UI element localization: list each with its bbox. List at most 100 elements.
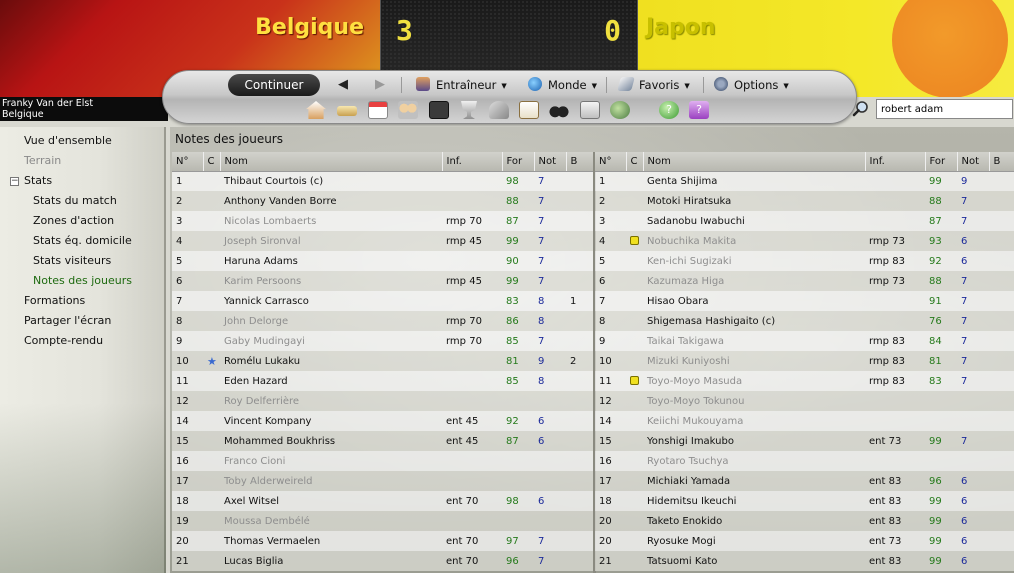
player-name[interactable]: Anthony Vanden Borre xyxy=(220,191,442,211)
player-name[interactable]: Sadanobu Iwabuchi xyxy=(643,211,865,231)
player-name[interactable]: Toyo-Moyo Masuda xyxy=(643,371,865,391)
player-name[interactable]: Toby Alderweireld xyxy=(220,471,442,491)
player-row[interactable]: 10 ★ Romélu Lukaku 81 9 2 xyxy=(172,351,595,371)
news-icon[interactable] xyxy=(580,101,600,119)
sidebar-item-match-stats[interactable]: Stats du match xyxy=(33,194,117,207)
sidebar-item-formations[interactable]: Formations xyxy=(24,294,85,307)
column-header-info[interactable]: Inf. xyxy=(442,152,503,172)
menu-coach[interactable]: Entraîneur ▼ xyxy=(416,75,507,95)
player-row[interactable]: 20 Ryosuke Mogi ent 73 99 6 xyxy=(595,531,1014,551)
manager-name[interactable]: Franky Van der Elst xyxy=(2,98,166,109)
tactics-icon[interactable] xyxy=(429,101,449,119)
player-row[interactable]: 11 Eden Hazard 85 8 xyxy=(172,371,595,391)
player-row[interactable]: 12 Toyo-Moyo Tokunou xyxy=(595,391,1014,411)
column-header-number[interactable]: N° xyxy=(172,152,204,172)
money-icon[interactable] xyxy=(337,106,357,116)
player-row[interactable]: 21 Lucas Biglia ent 70 96 7 xyxy=(172,551,595,571)
player-name[interactable]: Ryotaro Tsuchya xyxy=(643,451,865,471)
player-name[interactable]: Genta Shijima xyxy=(643,171,865,191)
continue-button[interactable]: Continuer xyxy=(228,74,320,96)
player-name[interactable]: Yonshigi Imakubo xyxy=(643,431,865,451)
menu-options[interactable]: Options ▼ xyxy=(714,75,789,95)
player-name[interactable]: Joseph Sironval xyxy=(220,231,442,251)
player-name[interactable]: Toyo-Moyo Tokunou xyxy=(643,391,865,411)
player-row[interactable]: 12 Roy Delferrière xyxy=(172,391,595,411)
player-row[interactable]: 20 Thomas Vermaelen ent 70 97 7 xyxy=(172,531,595,551)
player-row[interactable]: 15 Yonshigi Imakubo ent 73 99 7 xyxy=(595,431,1014,451)
column-header-card[interactable]: C xyxy=(626,152,644,172)
player-row[interactable]: 16 Ryotaro Tsuchya xyxy=(595,451,1014,471)
player-name[interactable]: Axel Witsel xyxy=(220,491,442,511)
player-row[interactable]: 5 Haruna Adams 90 7 xyxy=(172,251,595,271)
player-name[interactable]: Tatsuomi Kato xyxy=(643,551,865,571)
player-name[interactable]: Haruna Adams xyxy=(220,251,442,271)
menu-world[interactable]: Monde ▼ xyxy=(528,75,597,95)
squad-icon[interactable] xyxy=(398,101,418,119)
sidebar-item-away-stats[interactable]: Stats visiteurs xyxy=(33,254,111,267)
collapse-icon[interactable]: − xyxy=(10,177,19,186)
player-row[interactable]: 9 Taikai Takigawa rmp 83 84 7 xyxy=(595,331,1014,351)
world-icon[interactable] xyxy=(610,101,630,119)
player-name[interactable]: Shigemasa Hashigaito (c) xyxy=(643,311,865,331)
player-row[interactable]: 6 Karim Persoons rmp 45 99 7 xyxy=(172,271,595,291)
manager-team[interactable]: Belgique xyxy=(2,109,166,120)
column-header-fitness[interactable]: For xyxy=(502,152,535,172)
column-header-rating[interactable]: Not xyxy=(957,152,990,172)
player-name[interactable]: Roy Delferrière xyxy=(220,391,442,411)
info-icon[interactable]: ? xyxy=(689,101,709,119)
player-name[interactable]: Romélu Lukaku xyxy=(220,351,442,371)
calendar-icon[interactable] xyxy=(368,101,388,119)
column-header-card[interactable]: C xyxy=(203,152,221,172)
column-header-info[interactable]: Inf. xyxy=(865,152,926,172)
player-name[interactable]: Karim Persoons xyxy=(220,271,442,291)
player-name[interactable]: Franco Cioni xyxy=(220,451,442,471)
player-row[interactable]: 18 Hidemitsu Ikeuchi ent 83 99 6 xyxy=(595,491,1014,511)
away-team-name[interactable]: Japon xyxy=(646,15,716,40)
player-row[interactable]: 3 Nicolas Lombaerts rmp 70 87 7 xyxy=(172,211,595,231)
player-row[interactable]: 3 Sadanobu Iwabuchi 87 7 xyxy=(595,211,1014,231)
home-team-name[interactable]: Belgique xyxy=(255,15,364,40)
binoculars-icon[interactable] xyxy=(549,101,569,119)
player-name[interactable]: Mohammed Boukhriss xyxy=(220,431,442,451)
player-row[interactable]: 19 Moussa Dembélé xyxy=(172,511,595,531)
player-name[interactable]: Ken-ichi Sugizaki xyxy=(643,251,865,271)
player-row[interactable]: 2 Anthony Vanden Borre 88 7 xyxy=(172,191,595,211)
player-row[interactable]: 10 Mizuki Kuniyoshi rmp 83 81 7 xyxy=(595,351,1014,371)
player-row[interactable]: 4 Joseph Sironval rmp 45 99 7 xyxy=(172,231,595,251)
sidebar-item-stats[interactable]: Stats xyxy=(24,174,52,187)
manager-info[interactable]: Franky Van der Elst Belgique xyxy=(0,97,168,121)
player-name[interactable]: Ryosuke Mogi xyxy=(643,531,865,551)
home-icon[interactable] xyxy=(306,101,326,119)
search-icon[interactable] xyxy=(852,100,870,118)
sidebar-item-home-stats[interactable]: Stats éq. domicile xyxy=(33,234,132,247)
player-name[interactable]: Thibaut Courtois (c) xyxy=(220,171,442,191)
player-row[interactable]: 1 Genta Shijima 99 9 xyxy=(595,171,1014,191)
player-name[interactable]: Yannick Carrasco xyxy=(220,291,442,311)
player-row[interactable]: 5 Ken-ichi Sugizaki rmp 83 92 6 xyxy=(595,251,1014,271)
player-row[interactable]: 20 Taketo Enokido ent 83 99 6 xyxy=(595,511,1014,531)
player-name[interactable]: Gaby Mudingayi xyxy=(220,331,442,351)
sidebar-item-player-ratings[interactable]: Notes des joueurs xyxy=(33,274,132,287)
trophy-icon[interactable] xyxy=(461,101,477,119)
player-row[interactable]: 16 Franco Cioni xyxy=(172,451,595,471)
player-name[interactable]: Taikai Takigawa xyxy=(643,331,865,351)
staff-icon[interactable] xyxy=(489,101,509,119)
player-name[interactable]: Eden Hazard xyxy=(220,371,442,391)
player-name[interactable]: Vincent Kompany xyxy=(220,411,442,431)
back-arrow-icon[interactable]: ◀ xyxy=(331,75,355,95)
player-row[interactable]: 17 Michiaki Yamada ent 83 96 6 xyxy=(595,471,1014,491)
column-header-goals[interactable]: B xyxy=(566,152,596,172)
player-row[interactable]: 6 Kazumaza Higa rmp 73 88 7 xyxy=(595,271,1014,291)
player-row[interactable]: 1 Thibaut Courtois (c) 98 7 xyxy=(172,171,595,191)
player-name[interactable]: Thomas Vermaelen xyxy=(220,531,442,551)
player-row[interactable]: 4 Nobuchika Makita rmp 73 93 6 xyxy=(595,231,1014,251)
player-name[interactable]: Michiaki Yamada xyxy=(643,471,865,491)
player-row[interactable]: 11 Toyo-Moyo Masuda rmp 83 83 7 xyxy=(595,371,1014,391)
sidebar-item-action-zones[interactable]: Zones d'action xyxy=(33,214,114,227)
column-header-name[interactable]: Nom xyxy=(643,152,866,172)
player-row[interactable]: 9 Gaby Mudingayi rmp 70 85 7 xyxy=(172,331,595,351)
player-row[interactable]: 18 Axel Witsel ent 70 98 6 xyxy=(172,491,595,511)
player-name[interactable]: Mizuki Kuniyoshi xyxy=(643,351,865,371)
player-row[interactable]: 8 Shigemasa Hashigaito (c) 76 7 xyxy=(595,311,1014,331)
player-row[interactable]: 14 Keiichi Mukouyama xyxy=(595,411,1014,431)
